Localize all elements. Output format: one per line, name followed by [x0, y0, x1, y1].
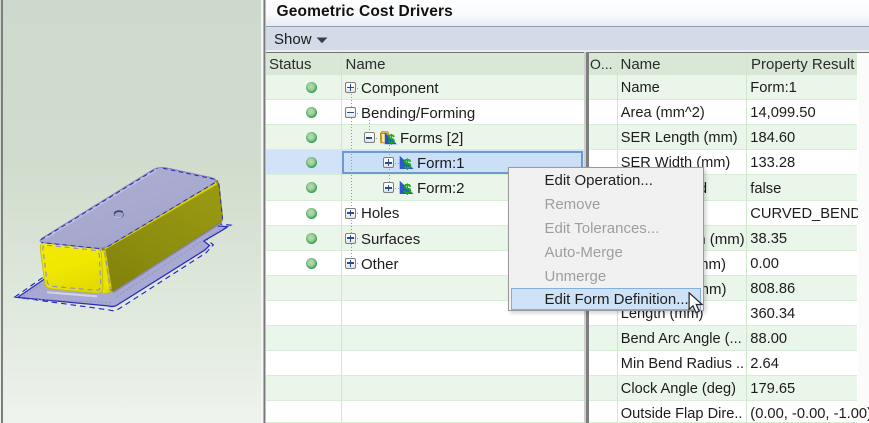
svg-text:$: $: [388, 133, 395, 146]
svg-text:$: $: [404, 156, 412, 172]
svg-text:$: $: [404, 181, 412, 197]
